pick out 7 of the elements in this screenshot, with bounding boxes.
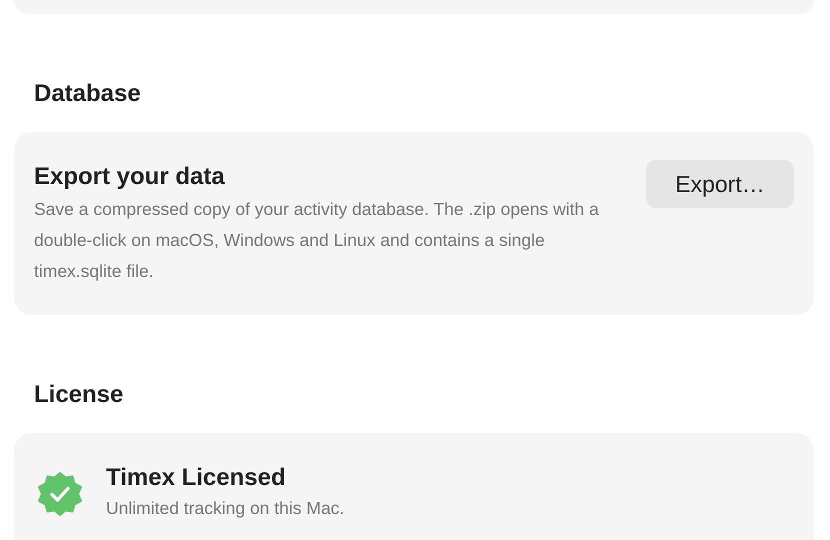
license-description: Unlimited tracking on this Mac. [106, 497, 344, 520]
card-title: Export your data [34, 162, 225, 192]
section-heading: License [34, 380, 124, 410]
license-title: Timex Licensed [106, 463, 286, 493]
card-description: Save a compressed copy of your activity database. The .zip opens with a double-click on macOS, Windows and Linux and contains a single timex.sqlite file. [34, 198, 600, 283]
export-button[interactable]: Export… [646, 160, 794, 208]
section-heading: Database [34, 79, 141, 109]
